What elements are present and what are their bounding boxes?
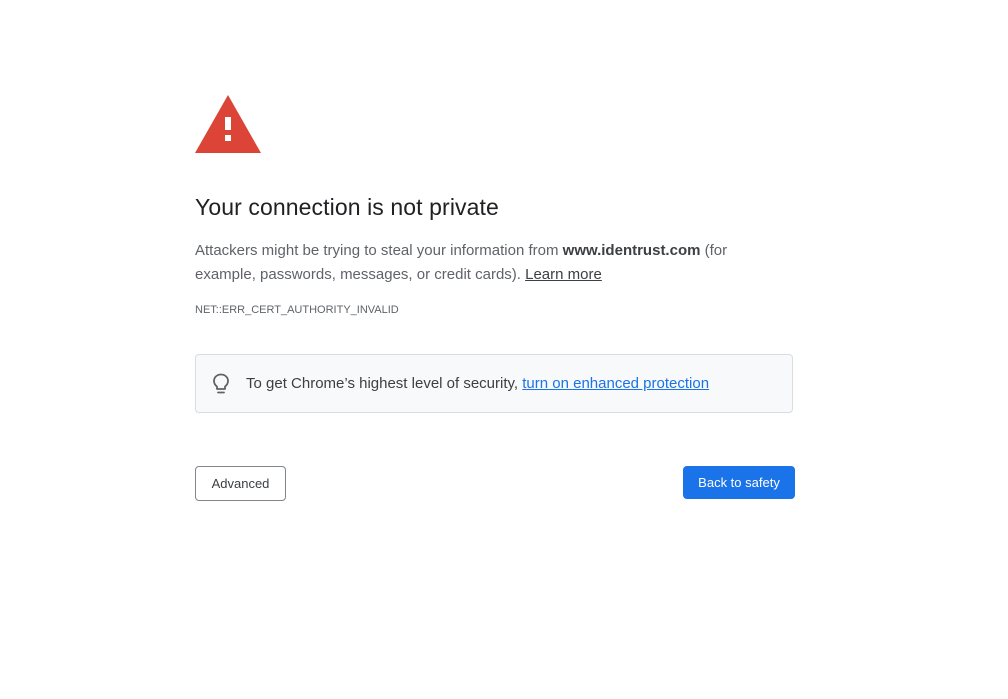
security-tip-text: To get Chrome’s highest level of securit… (246, 375, 709, 392)
advanced-button[interactable]: Advanced (195, 466, 286, 501)
description-text-before: Attackers might be trying to steal your … (195, 242, 563, 259)
site-domain: www.identrust.com (562, 242, 701, 259)
back-to-safety-button[interactable]: Back to safety (683, 466, 795, 499)
interstitial-page: Your connection is not private Attackers… (0, 0, 1008, 699)
lightbulb-icon (213, 373, 229, 394)
security-tip-label: To get Chrome’s highest level of securit… (246, 375, 523, 392)
error-code: NET::ERR_CERT_AUTHORITY_INVALID (195, 304, 399, 316)
enhanced-protection-tip: To get Chrome’s highest level of securit… (195, 354, 793, 413)
learn-more-link[interactable]: Learn more (525, 266, 602, 283)
page-title: Your connection is not private (195, 194, 499, 220)
warning-description: Attackers might be trying to steal your … (195, 239, 775, 287)
enhanced-protection-link[interactable]: turn on enhanced protection (522, 375, 709, 392)
warning-triangle-icon (195, 95, 261, 153)
